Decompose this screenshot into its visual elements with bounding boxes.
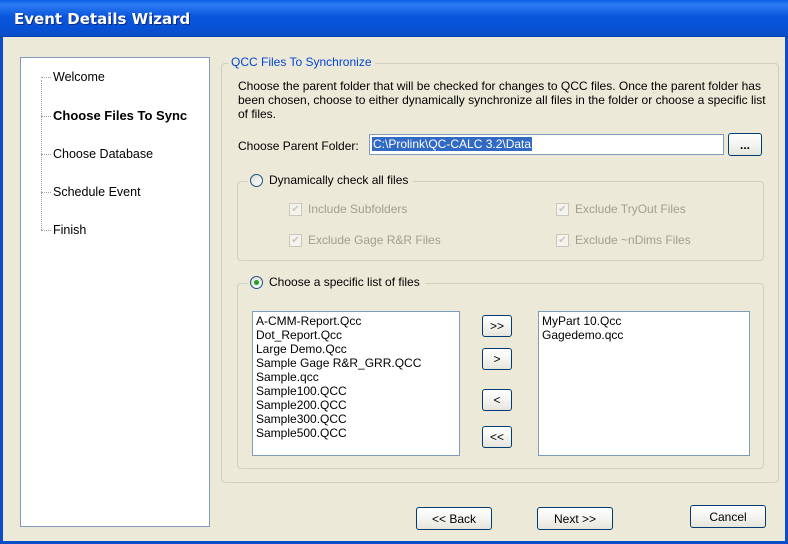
checkmark-icon: ✔ [289, 202, 302, 216]
title-bar: Event Details Wizard [0, 0, 788, 37]
specific-list-label: Choose a specific list of files [269, 275, 420, 289]
list-item[interactable]: Gagedemo.qcc [542, 328, 746, 342]
step-welcome[interactable]: Welcome [41, 68, 105, 86]
dynamic-check-radio[interactable]: Dynamically check all files [248, 173, 414, 187]
step-finish[interactable]: Finish [41, 221, 86, 239]
list-item[interactable]: Sample Gage R&R_GRR.QCC [256, 356, 456, 370]
cancel-button[interactable]: Cancel [690, 505, 766, 528]
step-schedule-event[interactable]: Schedule Event [41, 183, 141, 201]
list-item[interactable]: Sample300.QCC [256, 412, 456, 426]
checkmark-icon: ✔ [289, 233, 302, 247]
qcc-files-group-title: QCC Files To Synchronize [228, 55, 375, 69]
parent-folder-input[interactable]: C:\Prolink\QC-CALC 3.2\Data [369, 134, 724, 155]
parent-folder-label: Choose Parent Folder: [238, 139, 359, 153]
window-title: Event Details Wizard [14, 10, 191, 28]
exclude-ndims-checkbox[interactable]: ✔ Exclude ~nDims Files [556, 233, 691, 247]
dynamic-check-group [237, 181, 764, 261]
checkmark-icon: ✔ [556, 202, 569, 216]
radio-unselected-icon [250, 173, 263, 187]
selected-files-list[interactable]: MyPart 10.Qcc Gagedemo.qcc [538, 311, 750, 456]
wizard-steps-panel: Welcome Choose Files To Sync Choose Data… [20, 57, 210, 527]
list-item[interactable]: Dot_Report.Qcc [256, 328, 456, 342]
include-subfolders-checkbox[interactable]: ✔ Include Subfolders [289, 202, 407, 216]
available-files-list[interactable]: A-CMM-Report.Qcc Dot_Report.Qcc Large De… [252, 311, 460, 456]
move-all-right-button[interactable]: >> [482, 315, 512, 337]
list-item[interactable]: Sample200.QCC [256, 398, 456, 412]
exclude-ndims-label: Exclude ~nDims Files [575, 233, 691, 247]
include-subfolders-label: Include Subfolders [308, 202, 408, 216]
exclude-tryout-label: Exclude TryOut Files [575, 202, 686, 216]
parent-folder-value: C:\Prolink\QC-CALC 3.2\Data [372, 137, 533, 151]
move-left-button[interactable]: < [482, 389, 512, 411]
browse-folder-button[interactable]: ... [728, 133, 762, 156]
exclude-gage-rr-label: Exclude Gage R&R Files [308, 233, 441, 247]
checkmark-icon: ✔ [556, 233, 569, 247]
list-item[interactable]: Sample500.QCC [256, 426, 456, 440]
exclude-gage-rr-checkbox[interactable]: ✔ Exclude Gage R&R Files [289, 233, 441, 247]
list-item[interactable]: A-CMM-Report.Qcc [256, 314, 456, 328]
move-all-left-button[interactable]: << [482, 426, 512, 448]
step-choose-database[interactable]: Choose Database [41, 145, 153, 163]
move-right-button[interactable]: > [482, 348, 512, 370]
specific-list-radio[interactable]: Choose a specific list of files [248, 275, 425, 289]
dynamic-check-label: Dynamically check all files [269, 173, 409, 187]
step-choose-files-to-sync[interactable]: Choose Files To Sync [41, 107, 187, 125]
list-item[interactable]: Sample.qcc [256, 370, 456, 384]
list-item[interactable]: Sample100.QCC [256, 384, 456, 398]
list-item[interactable]: Large Demo.Qcc [256, 342, 456, 356]
instructions-text: Choose the parent folder that will be ch… [238, 79, 766, 121]
back-button[interactable]: << Back [416, 507, 492, 530]
exclude-tryout-checkbox[interactable]: ✔ Exclude TryOut Files [556, 202, 686, 216]
list-item[interactable]: MyPart 10.Qcc [542, 314, 746, 328]
radio-selected-icon [250, 275, 263, 289]
next-button[interactable]: Next >> [537, 507, 613, 530]
